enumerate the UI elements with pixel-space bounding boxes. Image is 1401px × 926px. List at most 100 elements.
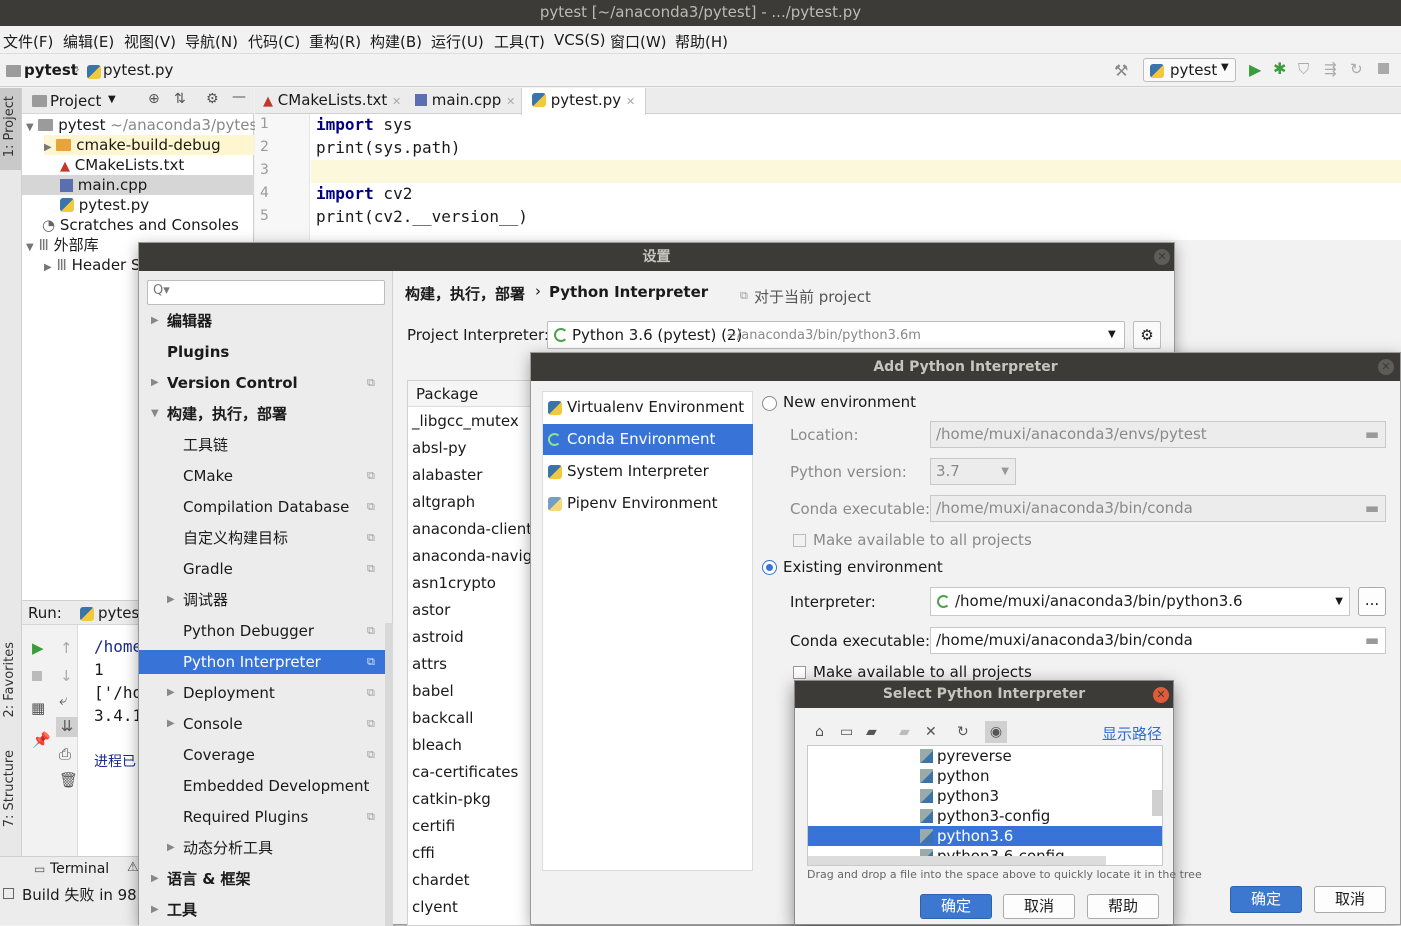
select-cancel-button[interactable]: 取消 [1003,894,1075,919]
file-item[interactable]: python [920,766,989,786]
tree-item-pytest-py[interactable]: pytest.py [60,195,149,215]
show-hidden-icon[interactable]: ◉ [985,721,1007,743]
settings-nav-item[interactable]: ▶ Version Control ⧉ [139,371,385,395]
settings-nav-item[interactable]: Coverage ⧉ [139,743,385,767]
project-interpreter-select[interactable]: Python 3.6 (pytest) (2) ~/anaconda3/bin/… [547,321,1125,349]
interpreter-select[interactable]: /home/muxi/anaconda3/bin/python3.6 ▼ [930,587,1350,616]
tree-item-cmakelists[interactable]: ▲ CMakeLists.txt [60,155,184,175]
close-icon[interactable]: ✕ [392,95,401,108]
menu-build[interactable]: 构建(B) [370,31,422,52]
existing-environment-radio[interactable] [762,560,777,575]
env-pipenv[interactable]: Pipenv Environment [543,488,753,519]
new-environment-radio[interactable] [762,396,777,411]
chevron-right-icon[interactable]: ▶ [167,588,175,612]
package-row[interactable]: certifi [412,817,455,835]
delete-icon[interactable]: ✕ [925,724,937,740]
project-panel-title[interactable]: Project [50,92,101,110]
new-make-available-checkbox[interactable] [793,534,806,547]
chevron-down-icon[interactable]: ▼ [108,94,116,105]
run-config-tab[interactable]: pytes [98,604,139,622]
env-conda[interactable]: Conda Environment [543,424,753,455]
chevron-right-icon[interactable]: ▶ [167,836,175,860]
file-item[interactable]: python3-config [920,806,1050,826]
code-line[interactable]: import sys [316,115,412,134]
menu-vcs[interactable]: VCS(S) [554,31,605,49]
package-row[interactable]: ca-certificates [412,763,518,781]
menu-navigate[interactable]: 导航(N) [185,31,238,52]
interpreter-settings-button[interactable]: ⚙ [1133,321,1161,349]
env-virtualenv[interactable]: Virtualenv Environment [543,392,753,423]
env-system[interactable]: System Interpreter [543,456,753,487]
tab-pytest-py[interactable]: pytest.py ✕ [521,88,647,115]
settings-nav-item[interactable]: ▶ 语言 & 框架 [139,867,385,891]
menu-view[interactable]: 视图(V) [124,31,176,52]
existing-make-available-checkbox[interactable] [793,666,806,679]
hammer-icon[interactable]: ⚒ [1114,61,1128,80]
coverage-icon[interactable]: ⛉ [1298,60,1309,78]
settings-nav-item[interactable]: ▶ Console ⧉ [139,712,385,736]
code-line[interactable]: print(cv2.__version__) [316,207,528,226]
package-row[interactable]: cffi [412,844,435,862]
folder-icon[interactable]: ▬ [1365,628,1379,653]
attach-icon[interactable]: ↻ [1350,60,1363,78]
menu-file[interactable]: 文件(F) [3,31,53,52]
settings-nav-item[interactable]: ▼ 构建，执行，部署 [139,402,385,426]
scroll-end-icon[interactable]: ⇊ [56,717,78,737]
package-row[interactable]: absl-py [412,439,467,457]
layout-icon[interactable]: ▦ [31,699,45,717]
settings-nav-item[interactable]: Required Plugins ⧉ [139,805,385,829]
collapse-icon[interactable]: ⇅ [174,91,186,107]
settings-search-input[interactable]: Q▾ [147,280,385,305]
chevron-down-icon[interactable]: ▼ [151,402,159,426]
new-folder-icon[interactable]: ▰ [899,724,910,740]
settings-nav-item[interactable]: 工具链 [139,433,385,457]
file-item[interactable]: pyreverse [920,746,1012,766]
package-column-header[interactable]: Package [416,385,478,403]
locate-icon[interactable]: ⊕ [148,91,160,107]
python-version-select[interactable]: 3.7 ▼ [930,458,1016,485]
breadcrumb-project[interactable]: pytest [24,61,78,79]
tree-item-external-libs[interactable]: ▼ Ⅲ 外部库 [26,235,99,255]
file-tree-scrollbar[interactable] [1152,790,1162,816]
package-row[interactable]: babel [412,682,454,700]
breadcrumb-file[interactable]: pytest.py [103,61,173,79]
package-row[interactable]: clyent [412,898,458,916]
settings-nav-scrollbar[interactable] [385,623,393,926]
run-icon[interactable]: ▶ [1249,60,1261,79]
settings-nav-item[interactable]: Compilation Database ⧉ [139,495,385,519]
up-icon[interactable]: ↑ [60,639,73,657]
menu-help[interactable]: 帮助(H) [675,31,728,52]
close-icon[interactable]: ✕ [1378,359,1394,375]
package-row[interactable]: catkin-pkg [412,790,491,808]
stop-icon[interactable] [1378,63,1389,74]
select-ok-button[interactable]: 确定 [920,894,992,919]
tab-main-cpp[interactable]: main.cpp ✕ [415,88,515,114]
folder-icon[interactable]: ▬ [1365,496,1379,521]
soft-wrap-icon[interactable]: ⤶ [59,691,67,709]
new-conda-field[interactable]: /home/muxi/anaconda3/bin/conda ▬ [930,495,1386,522]
package-row[interactable]: anaconda-client [412,520,530,538]
settings-nav-item[interactable]: ▶ 编辑器 [139,309,385,333]
desktop-icon[interactable]: ▭ [840,724,853,740]
close-icon[interactable]: ✕ [1154,249,1170,265]
file-tree-hscrollbar[interactable] [808,856,1106,865]
package-row[interactable]: bleach [412,736,462,754]
settings-nav-item[interactable]: Python Interpreter ⧉ [139,650,385,674]
chevron-right-icon[interactable]: ▶ [151,309,159,333]
run-config-selector[interactable]: pytest ▼ [1143,58,1236,82]
down-icon[interactable]: ↓ [60,667,73,685]
chevron-right-icon[interactable]: ▶ [151,371,159,395]
menu-refactor[interactable]: 重构(R) [309,31,361,52]
chevron-right-icon[interactable]: ▶ [167,681,175,705]
package-row[interactable]: alabaster [412,466,482,484]
add-interpreter-ok-button[interactable]: 确定 [1230,886,1302,913]
show-path-link[interactable]: 显示路径 [1102,723,1162,744]
gear-icon[interactable]: ⚙ [206,91,219,107]
file-item[interactable]: python3 [920,786,999,806]
home-icon[interactable]: ⌂ [815,724,824,740]
folder-icon[interactable]: ▬ [1365,422,1379,447]
add-interpreter-cancel-button[interactable]: 取消 [1314,886,1386,913]
debug-icon[interactable]: ✱ [1273,59,1286,78]
file-item[interactable]: python3.6 [808,826,1162,846]
package-row[interactable]: _libgcc_mutex [412,412,519,430]
